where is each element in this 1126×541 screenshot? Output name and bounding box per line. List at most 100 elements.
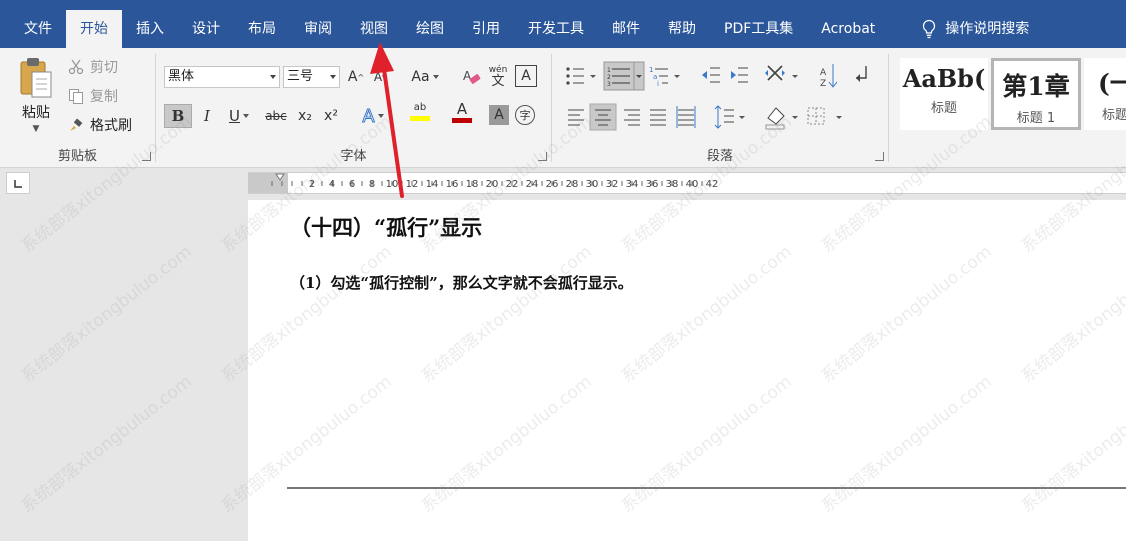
bullets-icon[interactable] [566,67,596,85]
ruler-label: 4 [329,179,335,190]
shrink-font-button[interactable]: Av [370,65,390,89]
tab-home[interactable]: 开始 [66,10,122,48]
tab-file[interactable]: 文件 [10,10,66,48]
document-heading[interactable]: （十四）“孤行”显示 [290,212,482,242]
font-group: 黑体 三号 A ^ Av Aa A wén 文 A B I U abc x₂ x… [156,48,551,167]
tab-acrobat[interactable]: Acrobat [807,10,889,48]
tab-selector[interactable] [6,172,30,194]
distributed-icon[interactable] [676,106,696,128]
grow-font-button[interactable]: A ^ [346,65,366,89]
strikethrough-icon: abc [265,109,287,123]
format-painter-button[interactable]: 格式刷 [68,114,132,136]
tab-review[interactable]: 审阅 [290,10,346,48]
style-preview: 第1章 [1002,72,1070,101]
change-case-button[interactable]: Aa [406,65,444,89]
tab-draw[interactable]: 绘图 [402,10,458,48]
shading-icon[interactable] [765,107,798,130]
tab-insert[interactable]: 插入 [122,10,178,48]
character-shading-button[interactable]: A [489,105,509,125]
enclose-characters-button[interactable]: 字 [515,105,535,125]
menu-bar: 文件 开始 插入 设计 布局 审阅 视图 绘图 引用 开发工具 邮件 帮助 PD… [0,0,1126,48]
grow-font-icon: A [347,69,358,85]
shrink-font-icon: A [373,70,383,84]
text-effects-button[interactable]: A [356,104,390,128]
first-line-indent-marker[interactable] [275,173,285,181]
ruler-label: 18 [466,179,479,190]
svg-text:A: A [820,68,827,78]
horizontal-ruler[interactable]: 2 4 6 8 10 12 14 16 18 20 22 24 26 28 30 32 34 36 38 40 42 [248,172,1126,194]
font-name-value: 黑体 [168,69,195,84]
style-heading-1[interactable]: 第1章 标题 1 [991,58,1081,130]
ruler-label: 26 [546,179,559,190]
show-paragraph-marks-icon[interactable] [856,66,867,82]
tab-mailings[interactable]: 邮件 [598,10,654,48]
strikethrough-button[interactable]: abc [262,104,290,128]
ruler-label: 42 [706,179,719,190]
ruler-label: 10 [386,179,399,190]
underline-button[interactable]: U [222,104,256,128]
decrease-indent-icon[interactable] [702,66,720,84]
cut-button[interactable]: 剪切 [68,56,118,78]
justify-icon[interactable] [650,109,666,126]
ruler-label: 2 [309,179,315,190]
document-paragraph[interactable]: （1）勾选“孤行控制”，那么文字就不会孤行显示。 [290,272,633,293]
align-center-icon[interactable] [589,103,617,131]
numbering-icon[interactable]: 1 2 3 [603,61,645,91]
style-subtitle[interactable]: (一 标题 [1084,58,1126,130]
align-left-icon[interactable] [568,109,584,126]
copy-label: 复制 [90,89,118,105]
ruler-label: 14 [426,179,439,190]
paste-label: 粘贴 [22,105,50,121]
align-right-icon[interactable] [624,109,640,126]
italic-button[interactable]: I [196,104,218,128]
ruler-label: 24 [526,179,539,190]
tab-layout[interactable]: 布局 [234,10,290,48]
highlight-color-swatch [410,116,430,121]
paragraph-dialog-launcher-icon[interactable] [875,152,884,161]
superscript-button[interactable]: x² [320,104,342,128]
tell-me-search[interactable]: 操作说明搜索 [907,10,1043,48]
style-title[interactable]: AaBb( 标题 [900,58,988,130]
subscript-button[interactable]: x₂ [294,104,316,128]
multilevel-list-icon[interactable]: 1 a i [649,66,680,88]
svg-text:2: 2 [607,74,611,81]
font-dialog-launcher-icon[interactable] [538,152,547,161]
underline-icon: U [229,107,240,125]
tab-view[interactable]: 视图 [346,10,402,48]
chinese-layout-icon[interactable] [765,65,798,81]
character-shading-icon: A [494,107,504,123]
highlight-button[interactable]: ab [400,100,440,124]
tell-me-label: 操作说明搜索 [945,21,1030,37]
character-border-button[interactable]: A [515,65,537,87]
clear-formatting-button[interactable]: A [461,65,483,89]
font-color-button[interactable]: A [442,100,482,124]
font-size-combo[interactable]: 三号 [283,66,340,88]
tab-pdf-tools[interactable]: PDF工具集 [710,10,807,48]
paste-button[interactable]: 粘贴 ▼ [8,56,64,138]
bold-button[interactable]: B [164,104,192,128]
style-name: 标题 [930,101,957,116]
bold-icon: B [171,107,185,125]
chevron-down-icon [330,75,336,79]
tab-help[interactable]: 帮助 [654,10,710,48]
style-preview: AaBb( [902,64,986,93]
borders-icon[interactable] [807,107,842,125]
increase-indent-icon[interactable] [731,67,748,83]
ruler-label: 40 [686,179,699,190]
enclose-characters-icon: 字 [519,109,531,122]
clipboard-dialog-launcher-icon[interactable] [142,152,151,161]
font-name-combo[interactable]: 黑体 [164,66,280,88]
phonetic-guide-button[interactable]: wén 文 [487,65,509,89]
tab-references[interactable]: 引用 [458,10,514,48]
chevron-down-icon[interactable]: ▼ [33,124,40,134]
style-preview: (一 [1098,69,1126,98]
document-page[interactable] [248,200,1126,541]
copy-button[interactable]: 复制 [68,85,118,107]
sort-icon[interactable]: AZ [820,64,838,89]
line-spacing-icon[interactable] [714,105,745,129]
tab-developer[interactable]: 开发工具 [514,10,598,48]
tab-design[interactable]: 设计 [178,10,234,48]
ruler-label: 20 [486,179,499,190]
ruler-label: 34 [626,179,639,190]
format-painter-label: 格式刷 [90,118,132,134]
